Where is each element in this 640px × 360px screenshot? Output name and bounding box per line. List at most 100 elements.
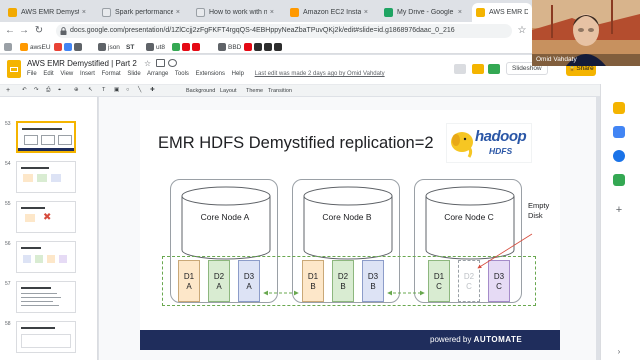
- bookmark-label: BBD: [228, 43, 242, 51]
- cursor-icon[interactable]: ↖: [88, 87, 93, 93]
- apps-icon[interactable]: [4, 42, 14, 52]
- slide-thumbnail-current[interactable]: [16, 121, 76, 153]
- url-text: docs.google.com/presentation/d/1ZlCcjj2z…: [70, 27, 455, 34]
- menu-tools[interactable]: Tools: [175, 71, 189, 77]
- comments-icon[interactable]: [472, 64, 484, 74]
- netflix-icon: [244, 43, 252, 51]
- document-title[interactable]: AWS EMR Demystified | Part 2: [27, 59, 137, 68]
- reload-icon[interactable]: ↻: [33, 25, 45, 37]
- bookmark-ut8[interactable]: ut8: [146, 42, 165, 52]
- back-icon[interactable]: ←: [4, 25, 16, 37]
- textbox-icon[interactable]: T: [102, 87, 105, 93]
- slide-thumbnail[interactable]: [16, 161, 76, 193]
- close-icon[interactable]: ×: [82, 9, 86, 16]
- menu-arrange[interactable]: Arrange: [147, 71, 168, 77]
- empty-disk-label[interactable]: Empty Disk: [528, 201, 549, 221]
- slides-favicon-icon: [476, 8, 485, 17]
- zoom-icon[interactable]: ⊕: [74, 87, 79, 93]
- menu-insert[interactable]: Insert: [80, 71, 95, 77]
- aws-favicon-icon: [290, 8, 299, 17]
- menu-file[interactable]: File: [27, 71, 37, 77]
- folder-icon: [146, 43, 154, 51]
- folder-icon: [98, 43, 106, 51]
- address-bar[interactable]: docs.google.com/presentation/d/1ZlCcjj2z…: [56, 24, 512, 38]
- menu-extensions[interactable]: Extensions: [196, 71, 225, 77]
- background-button[interactable]: Background: [186, 88, 215, 94]
- bookmark-label: ut8: [156, 43, 166, 51]
- bookmark-awseu[interactable]: awsEU: [20, 42, 51, 52]
- last-edit-link[interactable]: Last edit was made 2 days ago by Omid Va…: [255, 71, 385, 77]
- lock-icon: [60, 27, 67, 35]
- slides-logo-icon[interactable]: [7, 60, 21, 78]
- bookmark-json[interactable]: json: [98, 42, 120, 52]
- menu-slide[interactable]: Slide: [127, 71, 140, 77]
- bookmark-icons-3[interactable]: [244, 42, 284, 52]
- slide-number: 57: [5, 281, 11, 287]
- menu-edit[interactable]: Edit: [43, 71, 53, 77]
- menu-format[interactable]: Format: [102, 71, 121, 77]
- side-panel: + ›: [600, 84, 640, 360]
- redo-icon[interactable]: ↷: [34, 87, 39, 93]
- browser-tab-3[interactable]: How to work with ma ×: [192, 3, 278, 22]
- transition-button[interactable]: Transition: [268, 88, 292, 94]
- layout-button[interactable]: Layout: [220, 88, 237, 94]
- keep-icon[interactable]: [613, 102, 625, 114]
- browser-tab-4[interactable]: Amazon EC2 Instance ×: [286, 3, 372, 22]
- bookmark-icon: [254, 43, 262, 51]
- slide-thumbnail[interactable]: [16, 281, 76, 313]
- bookmark-icons-2[interactable]: [172, 42, 202, 52]
- close-icon[interactable]: ×: [270, 9, 274, 16]
- maps-icon[interactable]: [613, 174, 625, 186]
- tab-label: My Drive - Google Dri: [397, 9, 455, 16]
- replication-arrows: [263, 233, 533, 296]
- bookmark-bbd[interactable]: BBD: [218, 42, 241, 52]
- presenter-name: Omid Vahdaty: [536, 56, 577, 63]
- close-icon[interactable]: ×: [364, 9, 368, 16]
- editor-toolbar: + ↶ ↷ ⎙ ⌖ ⊕ ↖ T ▣ ○ ╲ ✚ Background Layou…: [0, 84, 600, 96]
- forward-icon[interactable]: →: [18, 25, 30, 37]
- folder-icon: [218, 43, 226, 51]
- slide-footer: powered by AUTOMATE: [140, 330, 560, 350]
- line-icon[interactable]: ╲: [138, 87, 141, 93]
- star-icon[interactable]: ☆: [516, 25, 528, 37]
- bookmark-st[interactable]: ST: [126, 42, 134, 52]
- bookmark-icon: [172, 43, 180, 51]
- slide[interactable]: EMR HDFS Demystified replication=2 hadoo…: [140, 110, 560, 350]
- meet-icon[interactable]: [488, 64, 500, 74]
- footer-brand: AUTOMATE: [473, 335, 523, 344]
- slide-number: 55: [5, 201, 11, 207]
- browser-tab-1[interactable]: AWS EMR Demystified ×: [4, 3, 90, 22]
- contacts-icon[interactable]: [613, 150, 625, 162]
- shape-icon[interactable]: ○: [126, 87, 129, 93]
- add-on-plus-icon[interactable]: +: [613, 204, 625, 216]
- slide-thumbnail[interactable]: [16, 321, 76, 353]
- star-icon[interactable]: ☆: [144, 59, 151, 68]
- close-icon[interactable]: ×: [458, 9, 462, 16]
- browser-tab-5[interactable]: My Drive - Google Dri ×: [380, 3, 466, 22]
- tab-label: Spark performance tu: [115, 9, 173, 16]
- activity-dashboard-icon[interactable]: [454, 64, 466, 74]
- bookmark-icons[interactable]: [54, 42, 84, 52]
- close-icon[interactable]: ×: [176, 9, 180, 16]
- browser-tab-active[interactable]: AWS EMR Demy: [472, 3, 532, 22]
- paint-format-icon[interactable]: ⌖: [58, 87, 61, 94]
- slide-thumbnail[interactable]: [16, 241, 76, 273]
- image-icon[interactable]: ▣: [114, 87, 119, 93]
- menu-help[interactable]: Help: [232, 71, 244, 77]
- menu-view[interactable]: View: [60, 71, 73, 77]
- undo-icon[interactable]: ↶: [22, 87, 27, 93]
- comment-icon[interactable]: ✚: [150, 87, 155, 93]
- page-favicon-icon: [102, 8, 111, 17]
- tasks-icon[interactable]: [613, 126, 625, 138]
- browser-tab-2[interactable]: Spark performance tu ×: [98, 3, 184, 22]
- print-icon[interactable]: ⎙: [46, 87, 50, 94]
- move-folder-icon[interactable]: [156, 59, 165, 67]
- new-slide-icon[interactable]: +: [6, 87, 10, 94]
- cloud-status-icon: [168, 59, 177, 67]
- theme-button[interactable]: Theme: [246, 88, 263, 94]
- slide-thumbnail[interactable]: ✖: [16, 201, 76, 233]
- expand-panel-icon[interactable]: ›: [613, 346, 625, 358]
- tab-label: AWS EMR Demy: [489, 9, 528, 16]
- bookmark-icon: [264, 43, 272, 51]
- slide-filmstrip: 53 54 55 ✖ 56 57 58: [0, 97, 98, 360]
